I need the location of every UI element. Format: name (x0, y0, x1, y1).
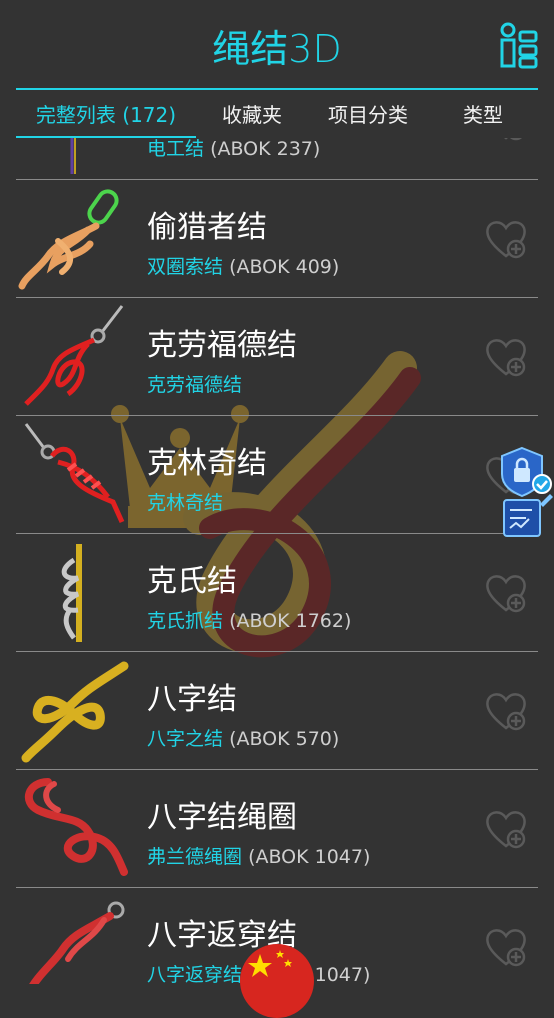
knot-subtitle: 克林奇结 (147, 492, 224, 514)
tab-types[interactable]: 类型 (428, 90, 538, 138)
app-header: 绳结3D (0, 0, 554, 88)
tab-full-list[interactable]: 完整列表 (172) (16, 90, 196, 138)
favorite-heart-icon[interactable] (484, 926, 528, 968)
knot-name: 偷猎者结 (147, 210, 267, 245)
knot-name: 八字结绳圈 (147, 800, 297, 835)
list-item[interactable]: 克氏结 克氏抓结 (ABOK 1762) (16, 534, 538, 652)
knot-name: 克林奇结 (147, 446, 267, 481)
list-item[interactable]: 电工结 (ABOK 237) (16, 138, 538, 180)
figure-eight-knot-icon (21, 661, 129, 763)
knot-info-icon[interactable] (496, 20, 542, 70)
app-title: 绳结3D (212, 27, 342, 71)
tab-categories[interactable]: 项目分类 (310, 90, 426, 138)
side-floating-buttons (500, 446, 554, 540)
figure-eight-loop-icon (24, 778, 128, 876)
knot-subtitle: 弗兰德绳圈 (ABOK 1047) (147, 846, 371, 868)
crawford-knot-icon (24, 305, 124, 406)
knot-name: 克氏结 (147, 564, 237, 599)
tab-favorites[interactable]: 收藏夹 (196, 90, 308, 138)
list-item[interactable]: 克劳福德结 克劳福德结 (16, 298, 538, 416)
privacy-lock-icon[interactable] (500, 446, 554, 540)
knot-subtitle: 克劳福德结 (147, 374, 243, 396)
favorite-heart-icon[interactable] (484, 808, 528, 850)
list-item[interactable]: 八字结绳圈 弗兰德绳圈 (ABOK 1047) (16, 770, 538, 888)
knot-subtitle: 八字之结 (ABOK 570) (147, 728, 340, 750)
knot-list[interactable]: 电工结 (ABOK 237) 偷猎者结 双圈索结 (ABOK 409) 克劳福德… (0, 138, 554, 984)
clinch-knot-icon (24, 423, 125, 524)
tab-bar: 完整列表 (172) 收藏夹 项目分类 类型 (16, 88, 538, 140)
knot-subtitle: 双圈索结 (ABOK 409) (147, 256, 340, 278)
favorite-heart-icon[interactable] (484, 572, 528, 614)
poachers-knot-icon (18, 189, 119, 290)
list-item[interactable]: 克林奇结 克林奇结 (16, 416, 538, 534)
knot-name: 克劳福德结 (147, 328, 297, 363)
list-item[interactable]: 八字结 八字之结 (ABOK 570) (16, 652, 538, 770)
favorite-heart-icon[interactable] (484, 690, 528, 732)
favorite-heart-icon[interactable] (484, 218, 528, 260)
knot-subtitle: 电工结 (ABOK 237) (147, 138, 321, 160)
knot-subtitle: 克氏抓结 (ABOK 1762) (147, 610, 352, 632)
electricians-knot-icon (70, 138, 76, 174)
favorite-heart-icon[interactable] (484, 138, 528, 142)
favorite-heart-icon[interactable] (484, 336, 528, 378)
china-flag-icon[interactable] (240, 944, 314, 1018)
knot-name: 八字结 (147, 682, 237, 717)
figure-eight-follow-through-icon (29, 901, 125, 984)
klemheist-knot-icon (61, 544, 82, 642)
list-item[interactable]: 偷猎者结 双圈索结 (ABOK 409) (16, 180, 538, 298)
